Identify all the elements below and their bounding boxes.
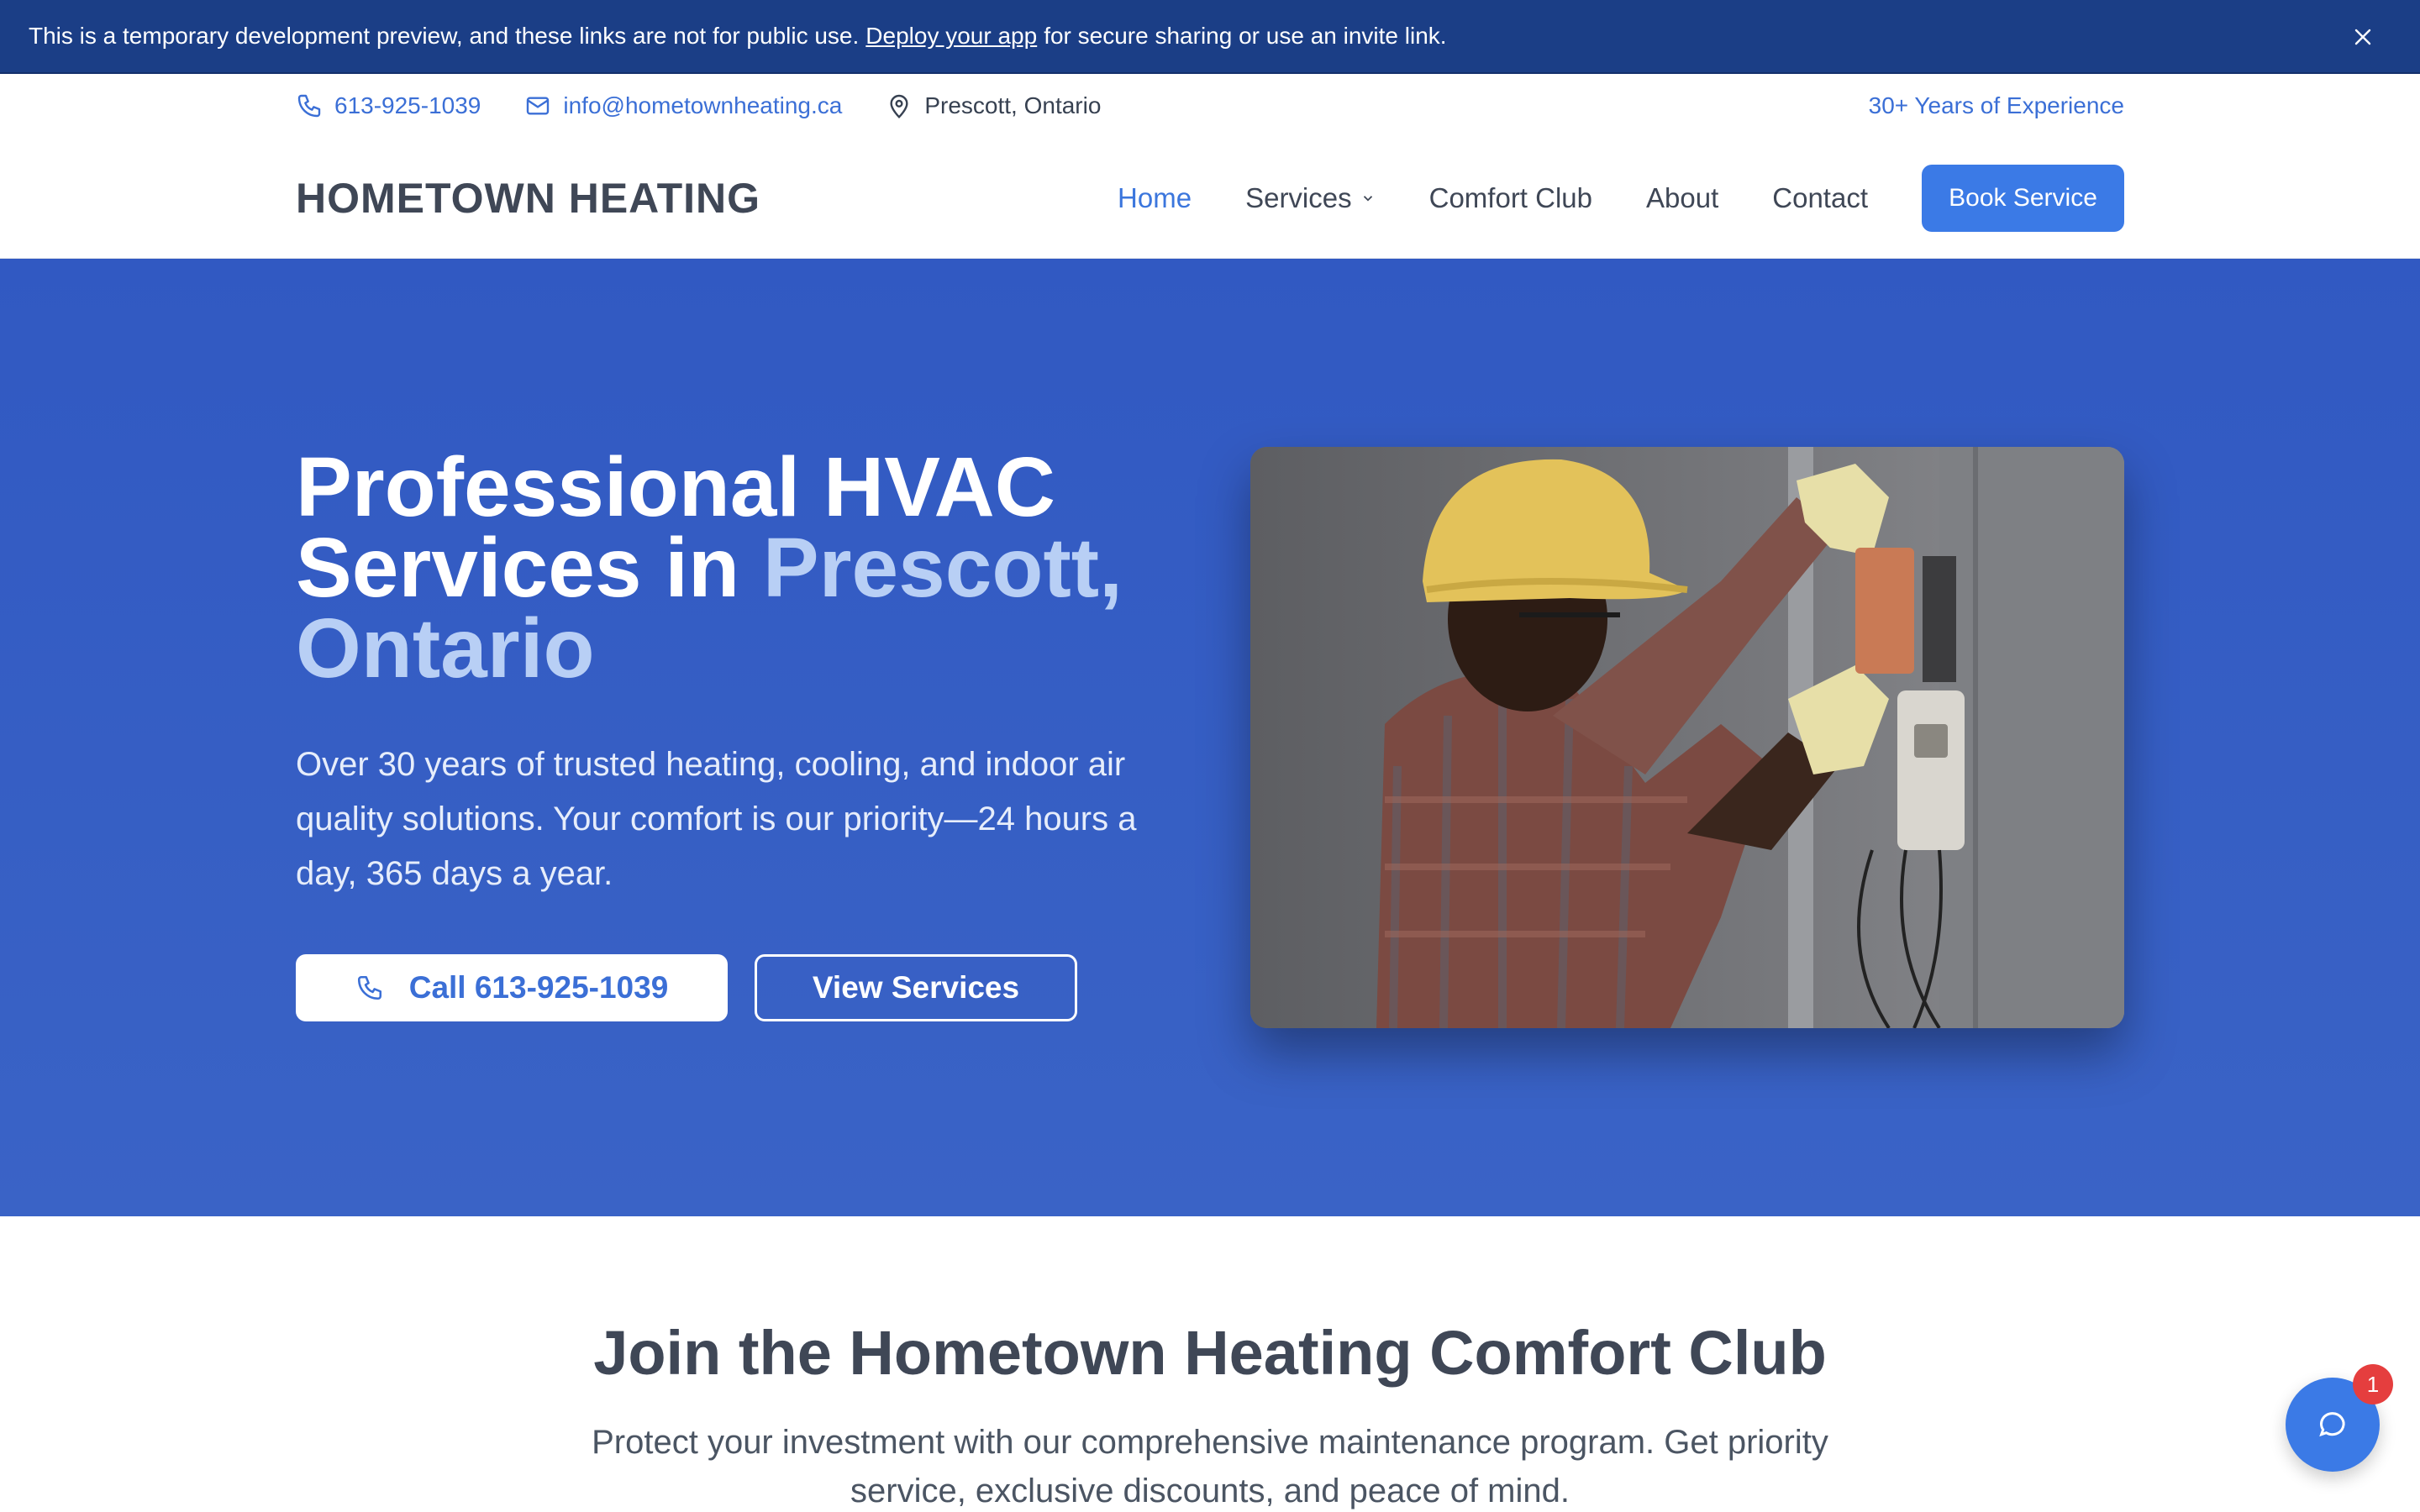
call-button-label: Call 613-925-1039 — [408, 970, 669, 1005]
book-service-button[interactable]: Book Service — [1922, 165, 2124, 232]
nav-services-label: Services — [1245, 182, 1352, 213]
hero-section: Professional HVAC Services in Prescott, … — [0, 259, 2420, 1216]
nav-comfort-club[interactable]: Comfort Club — [1429, 182, 1592, 214]
phone-text: 613-925-1039 — [334, 92, 481, 118]
hero-lead: Over 30 years of trusted heating, coolin… — [296, 746, 1137, 892]
banner-text: This is a temporary development preview,… — [29, 23, 860, 49]
nav-menu: Home Services Comfort Club About Contact… — [1064, 165, 2124, 232]
deploy-app-link[interactable]: Deploy your app — [865, 23, 1037, 50]
dev-preview-banner: This is a temporary development preview,… — [0, 0, 2420, 74]
nav-about[interactable]: About — [1646, 182, 1718, 214]
email-text: info@hometownheating.ca — [563, 92, 843, 118]
notification-badge: 1 — [2353, 1364, 2393, 1404]
phone-icon — [357, 975, 381, 1000]
experience-text: 30+ Years of Experience — [1868, 92, 2124, 118]
site-logo[interactable]: HOMETOWN HEATING — [296, 174, 760, 223]
map-pin-icon — [890, 94, 908, 119]
comfort-club-text: Protect your investment with our compreh… — [592, 1424, 1828, 1509]
location-text: Prescott, Ontario — [924, 92, 1102, 118]
close-icon — [2354, 29, 2371, 45]
location: Prescott, Ontario — [886, 92, 1101, 119]
main-nav: HOMETOWN HEATING Home Services Comfort C… — [296, 138, 2124, 259]
banner-text-after: for secure sharing or use an invite link… — [1044, 23, 1447, 49]
mail-icon — [527, 97, 550, 115]
chevron-down-icon — [1363, 196, 1372, 202]
nav-home[interactable]: Home — [1118, 182, 1192, 214]
view-services-button[interactable]: View Services — [755, 954, 1077, 1021]
contact-bar: 613-925-1039 info@hometownheating.ca Pre… — [296, 74, 2124, 138]
close-banner-button[interactable] — [2346, 20, 2380, 54]
comfort-club-title: Join the Hometown Heating Comfort Club — [593, 1318, 1827, 1388]
nav-contact[interactable]: Contact — [1772, 182, 1868, 214]
chat-icon — [2319, 1412, 2345, 1437]
email-link[interactable]: info@hometownheating.ca — [524, 92, 842, 119]
nav-services[interactable]: Services — [1245, 182, 1376, 214]
hero-technician-photo — [1250, 447, 2124, 1028]
phone-icon — [297, 94, 321, 118]
technician-illustration — [1250, 447, 2124, 1028]
call-button[interactable]: Call 613-925-1039 — [296, 954, 728, 1021]
hero-title: Professional HVAC Services in Prescott, … — [296, 445, 1186, 690]
phone-link[interactable]: 613-925-1039 — [296, 92, 481, 119]
